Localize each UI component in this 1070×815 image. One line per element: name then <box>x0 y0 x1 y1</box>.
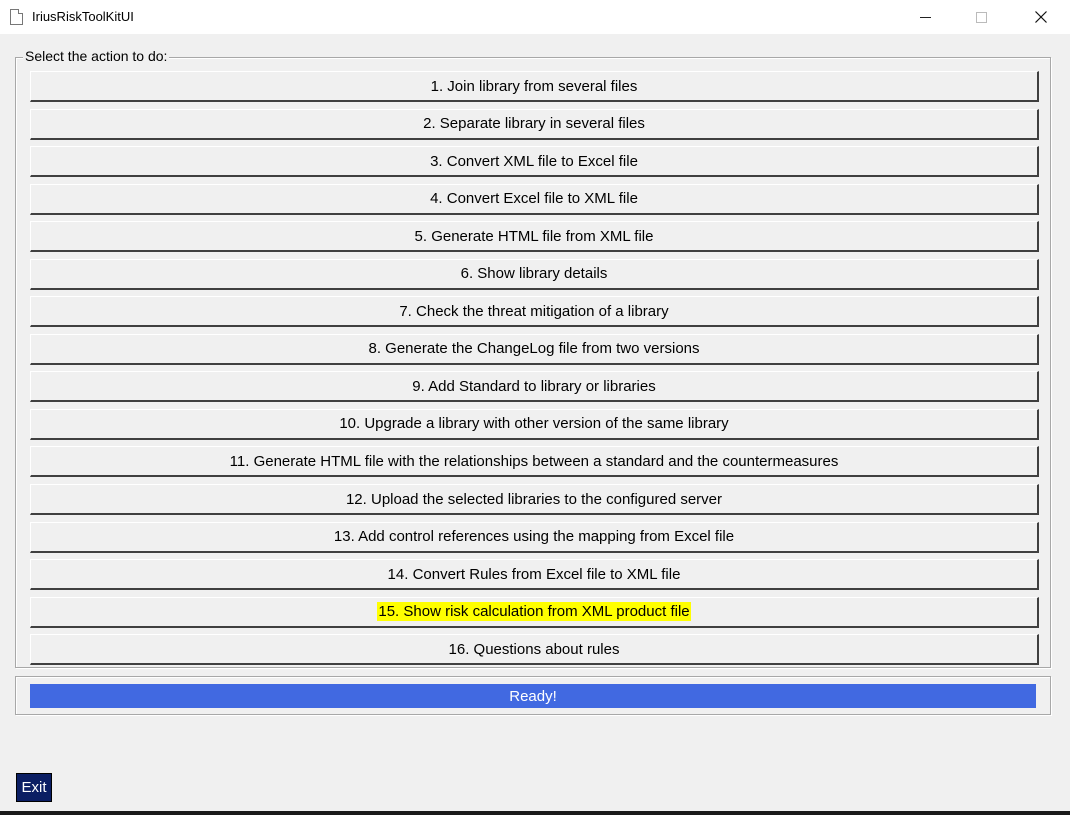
action-button-label: 2. Separate library in several files <box>423 115 645 133</box>
minimize-icon <box>919 16 931 18</box>
action-button-label: 13. Add control references using the map… <box>333 528 735 546</box>
action-button-label: 8. Generate the ChangeLog file from two … <box>368 340 700 358</box>
title-bar: IriusRiskToolKitUI <box>0 0 1070 34</box>
action-button-13[interactable]: 13. Add control references using the map… <box>30 521 1039 553</box>
action-button-label: 7. Check the threat mitigation of a libr… <box>399 302 669 320</box>
action-button-5[interactable]: 5. Generate HTML file from XML file <box>30 221 1039 253</box>
action-list: 1. Join library from several files 2. Sep… <box>30 71 1039 672</box>
window-title: IriusRiskToolKitUI <box>32 9 134 24</box>
action-button-label: 9. Add Standard to library or libraries <box>412 377 656 395</box>
action-button-14[interactable]: 14. Convert Rules from Excel file to XML… <box>30 559 1039 591</box>
action-button-label: 6. Show library details <box>460 265 608 283</box>
maximize-icon <box>975 11 987 23</box>
close-button[interactable] <box>1018 0 1064 34</box>
action-button-4[interactable]: 4. Convert Excel file to XML file <box>30 183 1039 215</box>
action-button-7[interactable]: 7. Check the threat mitigation of a libr… <box>30 296 1039 328</box>
bottom-edge <box>0 811 1070 815</box>
action-button-1[interactable]: 1. Join library from several files <box>30 71 1039 102</box>
action-button-2[interactable]: 2. Separate library in several files <box>30 108 1039 140</box>
action-button-label: 14. Convert Rules from Excel file to XML… <box>387 565 681 583</box>
action-button-label: 4. Convert Excel file to XML file <box>430 190 638 208</box>
action-button-label: 10. Upgrade a library with other version… <box>339 415 729 433</box>
action-button-label: 1. Join library from several files <box>430 77 638 95</box>
action-button-label: 16. Questions about rules <box>448 640 620 658</box>
action-button-6[interactable]: 6. Show library details <box>30 258 1039 290</box>
action-button-16[interactable]: 16. Questions about rules <box>30 634 1039 666</box>
app-window: IriusRiskToolKitUI Select the action to … <box>0 0 1070 815</box>
action-button-15[interactable]: 15. Show risk calculation from XML produ… <box>30 596 1039 628</box>
action-button-label: 3. Convert XML file to Excel file <box>430 152 638 170</box>
exit-button[interactable]: Exit <box>16 773 52 802</box>
action-button-label: 11. Generate HTML file with the relation… <box>229 452 839 470</box>
action-button-8[interactable]: 8. Generate the ChangeLog file from two … <box>30 333 1039 365</box>
maximize-button[interactable] <box>958 0 1004 34</box>
action-button-9[interactable]: 9. Add Standard to library or libraries <box>30 371 1039 403</box>
document-icon <box>10 9 23 25</box>
action-button-label: 15. Show risk calculation from XML produ… <box>377 602 691 622</box>
action-button-3[interactable]: 3. Convert XML file to Excel file <box>30 146 1039 178</box>
action-button-10[interactable]: 10. Upgrade a library with other version… <box>30 408 1039 440</box>
minimize-button[interactable] <box>902 0 948 34</box>
group-legend: Select the action to do: <box>23 48 170 64</box>
status-bar: Ready! <box>30 684 1036 708</box>
close-icon <box>1035 11 1047 23</box>
action-button-12[interactable]: 12. Upload the selected libraries to the… <box>30 484 1039 516</box>
action-button-label: 12. Upload the selected libraries to the… <box>345 490 723 508</box>
action-button-label: 5. Generate HTML file from XML file <box>414 227 654 245</box>
action-button-11[interactable]: 11. Generate HTML file with the relation… <box>30 446 1039 478</box>
